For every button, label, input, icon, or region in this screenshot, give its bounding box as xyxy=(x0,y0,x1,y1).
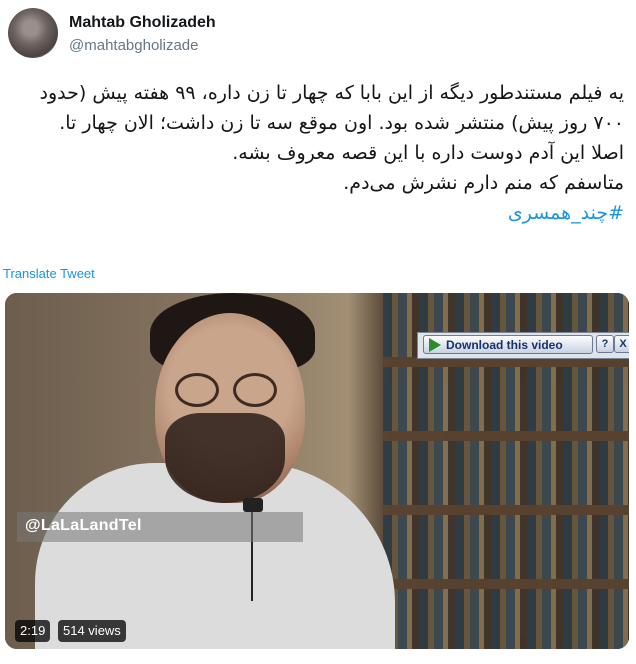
tweet-line: متاسفم که منم دارم نشرش می‌دم. xyxy=(343,172,624,194)
close-icon[interactable]: X xyxy=(614,335,629,353)
help-icon[interactable]: ? xyxy=(596,335,614,353)
author-handle[interactable]: @mahtabgholizade xyxy=(69,37,198,54)
hashtag-link[interactable]: #چند_همسری xyxy=(8,198,624,228)
author-display-name[interactable]: Mahtab Gholizadeh xyxy=(69,14,216,32)
tweet-text: یه فیلم مستندطور دیگه از این بابا که چها… xyxy=(8,78,624,228)
download-video-button[interactable]: Download this video xyxy=(423,335,593,354)
video-duration-badge: 2:19 xyxy=(15,620,51,642)
tweet-line: یه فیلم مستندطور دیگه از این بابا که چها… xyxy=(39,82,624,104)
translate-tweet-link[interactable]: Translate Tweet xyxy=(3,266,95,281)
lapel-mic xyxy=(243,498,263,512)
video-player[interactable]: @LaLaLandTel Download this video ? X 2:1… xyxy=(5,293,629,649)
avatar[interactable] xyxy=(8,8,58,58)
tweet-line: ۷۰۰ روز پیش) منتشر شده بود. اون موقع سه … xyxy=(59,112,624,134)
play-icon xyxy=(429,338,441,352)
view-count-badge: 514 views xyxy=(58,620,126,642)
glasses xyxy=(175,373,285,407)
tweet-line: اصلا این آدم دوست داره با این قصه معروف … xyxy=(232,142,624,164)
channel-watermark: @LaLaLandTel xyxy=(25,517,142,534)
person-beard xyxy=(165,413,285,503)
